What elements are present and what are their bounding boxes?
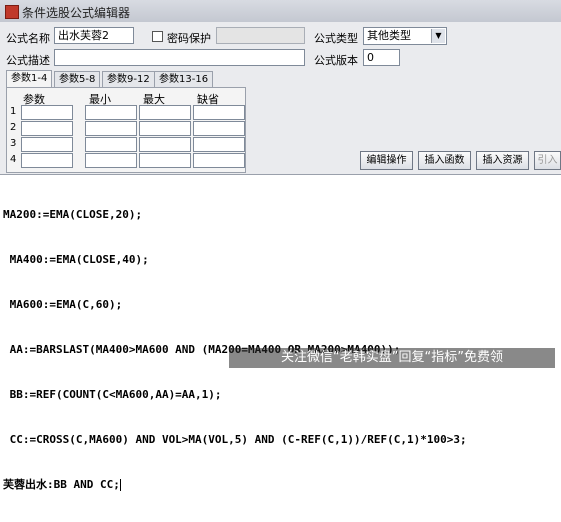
formula-version-input[interactable]: 0 (363, 49, 400, 66)
formula-type-value: 其他类型 (367, 29, 411, 42)
param-cell[interactable] (193, 105, 245, 120)
insert-function-button[interactable]: 插入函数 (418, 151, 471, 170)
param-cell[interactable] (21, 137, 73, 152)
formula-type-label: 公式类型 (314, 32, 358, 45)
param-cell[interactable] (193, 137, 245, 152)
formula-desc-input[interactable] (54, 49, 305, 66)
param-cell[interactable] (21, 153, 73, 168)
param-cell[interactable] (85, 137, 137, 152)
param-cell[interactable] (21, 105, 73, 120)
param-cell[interactable] (193, 121, 245, 136)
tab-params-5-8[interactable]: 参数5-8 (54, 71, 101, 87)
formula-desc-label: 公式描述 (6, 54, 50, 67)
param-cell[interactable] (139, 105, 191, 120)
formula-form: 公式名称 出水芙蓉2 密码保护 公式类型 其他类型 ▼ 公式描述 公式版本 0 … (0, 22, 561, 174)
param-cell[interactable] (139, 137, 191, 152)
param-cell[interactable] (21, 121, 73, 136)
code-line: BB:=REF(COUNT(C<MA600,AA)=AA,1); (3, 388, 222, 401)
param-cell[interactable] (85, 121, 137, 136)
code-line: MA400:=EMA(CLOSE,40); (3, 253, 149, 266)
password-label: 密码保护 (167, 32, 211, 45)
import-button[interactable]: 引入 (534, 151, 561, 170)
watermark-banner: 关注微信“老韩实盘”回复“指标”免费领 (229, 348, 555, 368)
code-line: MA600:=EMA(C,60); (3, 298, 123, 311)
formula-type-select[interactable]: 其他类型 ▼ (363, 27, 447, 45)
formula-code-editor[interactable]: MA200:=EMA(CLOSE,20); MA400:=EMA(CLOSE,4… (0, 174, 561, 491)
code-line: MA200:=EMA(CLOSE,20); (3, 208, 143, 221)
code-line: CC:=CROSS(C,MA600) AND VOL>MA(VOL,5) AND… (3, 433, 467, 446)
chevron-down-icon[interactable]: ▼ (431, 29, 445, 43)
param-cell[interactable] (85, 105, 137, 120)
code-line-last: 芙蓉出水:BB AND CC; (3, 477, 467, 492)
formula-name-input[interactable]: 出水芙蓉2 (54, 27, 134, 44)
tab-params-13-16[interactable]: 参数13-16 (154, 71, 214, 87)
param-cell[interactable] (193, 153, 245, 168)
param-row-number: 2 (10, 122, 17, 133)
text-caret (119, 479, 121, 491)
param-panel: 参数 最小 最大 缺省 1 2 3 4 (6, 87, 246, 173)
password-checkbox[interactable] (152, 31, 163, 42)
param-row-number: 4 (10, 154, 17, 165)
tab-params-1-4[interactable]: 参数1-4 (6, 70, 53, 88)
param-cell[interactable] (139, 121, 191, 136)
param-row-number: 3 (10, 138, 17, 149)
param-row-number: 1 (10, 106, 17, 117)
title-bar: 条件选股公式编辑器 (0, 0, 561, 23)
param-cell[interactable] (85, 153, 137, 168)
edit-ops-button[interactable]: 编辑操作 (360, 151, 413, 170)
password-input[interactable] (216, 27, 305, 44)
app-icon (5, 5, 19, 19)
window-title: 条件选股公式编辑器 (22, 6, 131, 20)
formula-name-label: 公式名称 (6, 32, 50, 45)
tab-params-9-12[interactable]: 参数9-12 (102, 71, 155, 87)
param-cell[interactable] (139, 153, 191, 168)
insert-resource-button[interactable]: 插入资源 (476, 151, 529, 170)
code-line: 芙蓉出水:BB AND CC; (3, 478, 120, 491)
formula-version-label: 公式版本 (314, 54, 358, 67)
